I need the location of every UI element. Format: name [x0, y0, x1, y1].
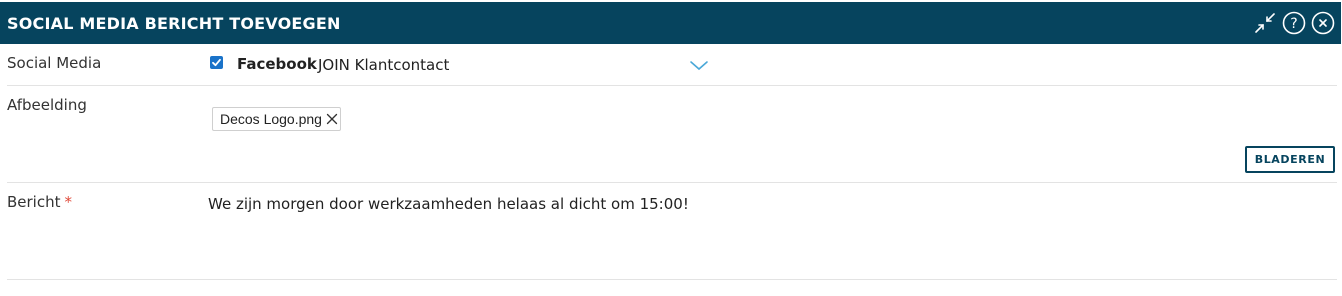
dialog-title: SOCIAL MEDIA BERICHT TOEVOEGEN [7, 13, 341, 33]
svg-text:?: ? [1290, 16, 1297, 32]
platform-name: Facebook [237, 55, 317, 73]
collapse-icon[interactable] [1253, 11, 1277, 35]
divider [7, 182, 1337, 183]
message-label-text: Bericht [7, 193, 61, 211]
chevron-down-icon[interactable] [689, 59, 709, 71]
divider [7, 279, 1337, 280]
facebook-checkbox[interactable] [210, 56, 223, 69]
message-text-field[interactable]: We zijn morgen door werkzaamheden helaas… [208, 195, 689, 213]
message-label: Bericht * [7, 193, 72, 211]
image-label: Afbeelding [7, 96, 87, 114]
titlebar-actions: ? [1253, 11, 1335, 35]
file-name: Decos Logo.png [220, 111, 322, 127]
divider [7, 85, 1337, 86]
file-chip: Decos Logo.png [212, 107, 341, 131]
required-marker: * [64, 193, 73, 211]
help-icon[interactable]: ? [1282, 11, 1306, 35]
remove-file-icon[interactable] [325, 112, 339, 126]
social-media-label: Social Media [7, 54, 102, 72]
browse-button[interactable]: BLADEREN [1245, 146, 1335, 173]
dialog-titlebar: SOCIAL MEDIA BERICHT TOEVOEGEN ? [0, 2, 1341, 44]
page-name: JOIN Klantcontact [318, 56, 450, 74]
close-icon[interactable] [1311, 11, 1335, 35]
